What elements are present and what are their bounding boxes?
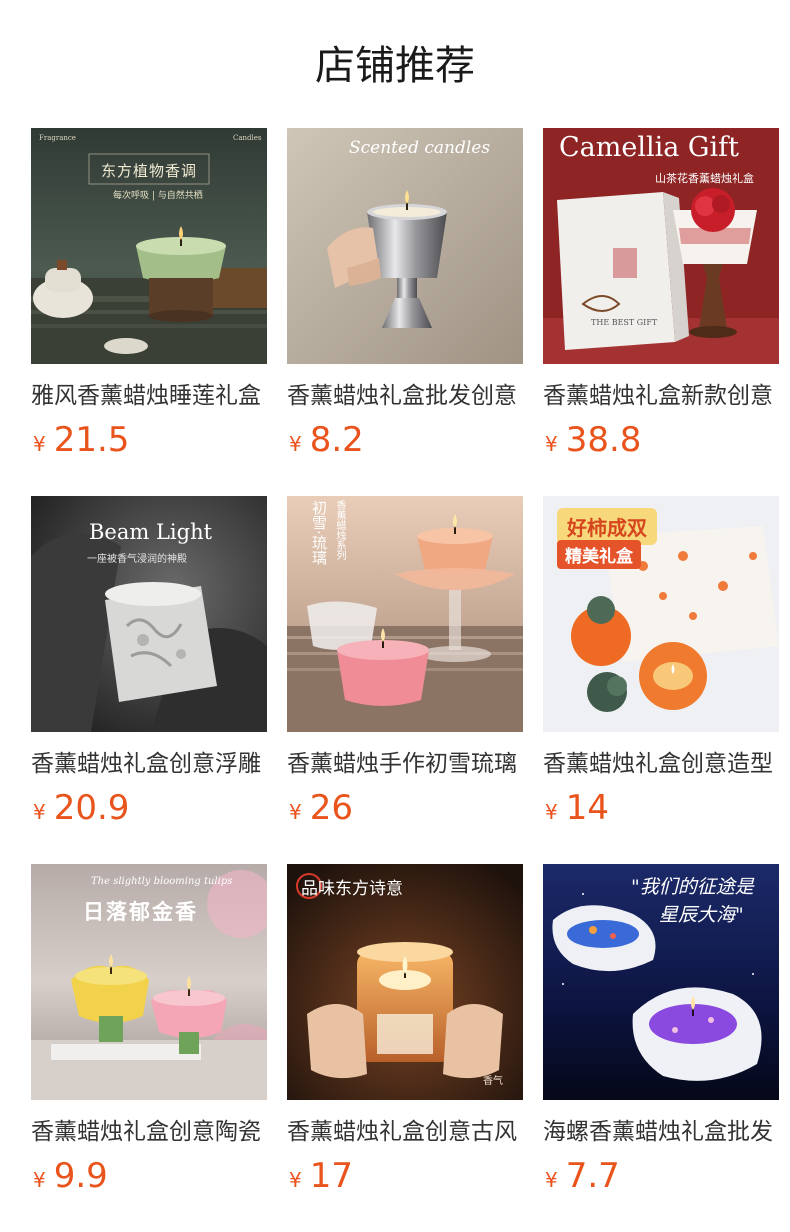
product-card[interactable]: Scented candles 香薰蜡烛礼盒批发创意 ¥8.2: [287, 128, 523, 496]
price-value: 20.9: [53, 788, 130, 828]
product-price: ¥8.2: [287, 418, 523, 462]
product-price: ¥17: [287, 1154, 523, 1198]
product-card[interactable]: Camellia Gift 山茶花香薰蜡烛礼盒 THE BEST GIFT 香薰…: [543, 128, 779, 496]
price-value: 9.9: [53, 1156, 108, 1196]
currency-symbol: ¥: [289, 800, 302, 824]
product-card[interactable]: "我们的征途是 星辰大海" 海螺香薰蜡烛礼盒批发 ¥7.7: [543, 864, 779, 1232]
product-name[interactable]: 香薰蜡烛手作初雪琉璃: [287, 746, 523, 782]
green-candle-teapot-image[interactable]: 东方植物香调 每次呼吸 | 与自然共栖 Fragrance Candles: [31, 128, 267, 364]
image-subcaption: 星辰大海": [659, 904, 744, 926]
product-name[interactable]: 香薰蜡烛礼盒创意古风: [287, 1114, 523, 1150]
section-title: 店铺推荐: [315, 43, 475, 89]
image-caption: 日落郁金香: [83, 899, 198, 924]
product-card[interactable]: The slightly blooming tulips 日落郁金香 香薰蜡烛礼…: [31, 864, 267, 1232]
image-caption: Scented candles: [349, 138, 491, 158]
silver-cup-candle-image[interactable]: Scented candles: [287, 128, 523, 364]
price-value: 26: [309, 788, 353, 828]
product-name[interactable]: 香薰蜡烛礼盒新款创意: [543, 378, 779, 414]
image-signature: 香气: [483, 1076, 503, 1087]
image-subcaption: 香薰蜡烛系列: [334, 500, 345, 560]
currency-symbol: ¥: [545, 1168, 558, 1192]
price-value: 17: [309, 1156, 353, 1196]
product-card[interactable]: 品味东方诗意 香气 香薰蜡烛礼盒创意古风 ¥17: [287, 864, 523, 1232]
image-subcaption: 每次呼吸 | 与自然共栖: [113, 191, 203, 201]
image-corner-label: Fragrance: [39, 134, 76, 142]
product-name[interactable]: 香薰蜡烛礼盒创意浮雕: [31, 746, 267, 782]
product-price: ¥7.7: [543, 1154, 779, 1198]
price-value: 38.8: [565, 420, 642, 460]
product-price: ¥14: [543, 786, 779, 830]
image-corner-label: Candles: [233, 134, 262, 142]
persimmon-candle-image[interactable]: 好柿成双 精美礼盒: [543, 496, 779, 732]
product-price: ¥9.9: [31, 1154, 267, 1198]
image-caption: Beam Light: [89, 520, 213, 544]
image-caption: "我们的征途是: [631, 876, 754, 898]
product-card[interactable]: 初雪·琉璃 香薰蜡烛系列 香薰蜡烛手作初雪琉璃 ¥26: [287, 496, 523, 864]
currency-symbol: ¥: [33, 1168, 46, 1192]
glass-lotus-candle-image[interactable]: 初雪·琉璃 香薰蜡烛系列: [287, 496, 523, 732]
currency-symbol: ¥: [33, 432, 46, 456]
price-value: 8.2: [309, 420, 364, 460]
currency-symbol: ¥: [289, 432, 302, 456]
product-name[interactable]: 香薰蜡烛礼盒创意陶瓷: [31, 1114, 267, 1150]
product-name[interactable]: 香薰蜡烛礼盒创意造型: [543, 746, 779, 782]
product-price: ¥21.5: [31, 418, 267, 462]
currency-symbol: ¥: [289, 1168, 302, 1192]
product-card[interactable]: Beam Light 一座被香气浸润的神殿 香薰蜡烛礼盒创意浮雕 ¥20.9: [31, 496, 267, 864]
price-value: 14: [565, 788, 609, 828]
product-card[interactable]: 好柿成双 精美礼盒 香薰蜡烛礼盒创意造型 ¥14: [543, 496, 779, 864]
price-value: 7.7: [565, 1156, 620, 1196]
image-subcaption: 山茶花香薰蜡烛礼盒: [655, 172, 754, 185]
currency-symbol: ¥: [545, 800, 558, 824]
image-caption: 初雪·琉璃: [310, 500, 328, 565]
image-caption: 东方植物香调: [101, 162, 198, 180]
conch-shell-candle-image[interactable]: "我们的征途是 星辰大海": [543, 864, 779, 1100]
camellia-gift-box-image[interactable]: Camellia Gift 山茶花香薰蜡烛礼盒 THE BEST GIFT: [543, 128, 779, 364]
product-price: ¥26: [287, 786, 523, 830]
product-name[interactable]: 海螺香薰蜡烛礼盒批发: [543, 1114, 779, 1150]
relief-stone-candle-image[interactable]: Beam Light 一座被香气浸润的神殿: [31, 496, 267, 732]
tulip-ceramic-candle-image[interactable]: The slightly blooming tulips 日落郁金香: [31, 864, 267, 1100]
price-value: 21.5: [53, 420, 130, 460]
image-box-label: THE BEST GIFT: [591, 318, 658, 327]
currency-symbol: ¥: [545, 432, 558, 456]
product-price: ¥38.8: [543, 418, 779, 462]
image-subcaption: The slightly blooming tulips: [91, 876, 233, 887]
image-subcaption: 精美礼盒: [557, 540, 641, 569]
product-price: ¥20.9: [31, 786, 267, 830]
image-subcaption: 一座被香气浸润的神殿: [87, 554, 187, 565]
currency-symbol: ¥: [33, 800, 46, 824]
product-grid: 东方植物香调 每次呼吸 | 与自然共栖 Fragrance Candles 雅风…: [31, 128, 779, 1232]
product-card[interactable]: 东方植物香调 每次呼吸 | 与自然共栖 Fragrance Candles 雅风…: [31, 128, 267, 496]
image-caption: Camellia Gift: [559, 132, 739, 163]
amber-glass-candle-image[interactable]: 品味东方诗意 香气: [287, 864, 523, 1100]
product-name[interactable]: 香薰蜡烛礼盒批发创意: [287, 378, 523, 414]
product-name[interactable]: 雅风香薰蜡烛睡莲礼盒: [31, 378, 267, 414]
image-caption: 品味东方诗意: [301, 879, 403, 899]
